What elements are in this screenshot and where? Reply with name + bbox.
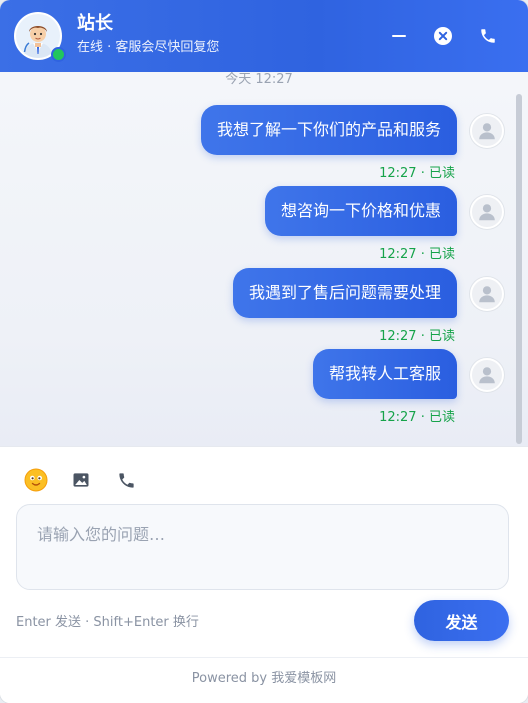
date-separator: 今天 12:27	[225, 72, 293, 87]
user-avatar-icon	[470, 358, 504, 392]
message-time: 12:27	[379, 247, 417, 262]
read-status: 已读	[428, 329, 455, 344]
minimize-button[interactable]	[385, 22, 413, 50]
emoji-icon	[24, 468, 48, 492]
message-meta: 12:27 · 已读	[379, 410, 455, 425]
message-time: 12:27	[379, 166, 417, 181]
message-list[interactable]: 今天 12:27 我想了解一下你们的产品和服务 12:27 · 已读 想咨询一下…	[0, 72, 528, 446]
user-avatar-icon	[470, 277, 504, 311]
image-icon	[73, 473, 89, 487]
message-input[interactable]	[16, 504, 509, 590]
agent-name: 站长	[77, 13, 113, 34]
user-avatar-icon	[470, 195, 504, 229]
emoji-button[interactable]	[23, 467, 49, 493]
message-row: 我想了解一下你们的产品和服务	[200, 105, 504, 155]
read-status: 已读	[428, 410, 455, 425]
chat-header: 站长 在线 · 客服会尽快回复您	[0, 0, 528, 72]
message-meta: 12:27 · 已读	[379, 247, 455, 262]
online-status-dot	[51, 47, 66, 62]
powered-by-footer: Powered by 我爱模板网	[0, 657, 528, 703]
send-button[interactable]: 发送	[414, 600, 509, 641]
agent-avatar	[14, 12, 66, 62]
minimize-icon	[392, 35, 406, 37]
chat-scrollbar[interactable]	[516, 94, 522, 444]
voice-call-button[interactable]	[113, 467, 139, 493]
message-bubble[interactable]: 帮我转人工客服	[312, 349, 457, 399]
image-upload-button[interactable]	[68, 467, 94, 493]
message-row: 我遇到了售后问题需要处理	[232, 268, 504, 318]
chat-widget: 站长 在线 · 客服会尽快回复您 今天 12:27 我想了解一下你们的产品和服务	[0, 0, 528, 703]
message-row: 想咨询一下价格和优惠	[264, 186, 504, 236]
message-time: 12:27	[379, 329, 417, 344]
close-button[interactable]	[429, 22, 457, 50]
read-status: 已读	[428, 247, 455, 262]
message-meta: 12:27 · 已读	[379, 329, 455, 344]
message-bubble[interactable]: 想咨询一下价格和优惠	[264, 186, 457, 236]
message-row: 帮我转人工客服	[312, 349, 504, 399]
message-composer: Enter 发送 · Shift+Enter 换行 发送	[0, 446, 528, 657]
agent-info: 站长 在线 · 客服会尽快回复您	[77, 12, 219, 58]
message-time: 12:27	[379, 410, 417, 425]
keyboard-hint: Enter 发送 · Shift+Enter 换行	[16, 615, 199, 630]
phone-icon	[118, 472, 134, 488]
user-avatar-icon	[470, 114, 504, 148]
call-button[interactable]	[474, 22, 502, 50]
read-status: 已读	[428, 166, 455, 181]
message-bubble[interactable]: 我想了解一下你们的产品和服务	[200, 105, 457, 155]
message-bubble[interactable]: 我遇到了售后问题需要处理	[232, 268, 457, 318]
phone-icon	[481, 29, 495, 43]
agent-status-text: 在线 · 客服会尽快回复您	[77, 40, 220, 55]
message-meta: 12:27 · 已读	[379, 166, 455, 181]
close-icon	[434, 27, 452, 45]
